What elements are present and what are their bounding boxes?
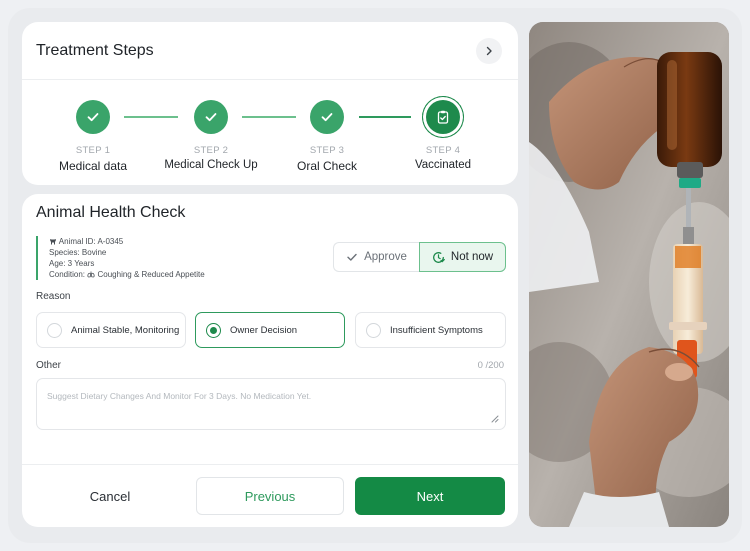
step-number: STEP 3 xyxy=(309,145,345,156)
approve-label: Approve xyxy=(364,251,407,263)
reason-option-label: Insufficient Symptoms xyxy=(390,324,483,336)
check-icon xyxy=(87,113,99,122)
textarea-placeholder: Suggest Dietary Changes And Monitor For … xyxy=(47,391,312,401)
steps-header: Treatment Steps xyxy=(22,22,518,80)
condition-label: Condition: xyxy=(49,270,86,279)
radio-button-selected[interactable] xyxy=(206,322,221,338)
veterinarian-photo xyxy=(529,22,729,527)
approve-button[interactable]: Approve xyxy=(333,242,419,272)
health-card-title: Animal Health Check xyxy=(36,204,186,221)
condition-value: Coughing & Reduced Appetite xyxy=(97,270,205,279)
species: Species: Bovine xyxy=(49,248,107,257)
resize-handle-icon[interactable] xyxy=(490,414,499,423)
step-4[interactable]: STEP 4 Vaccinated xyxy=(383,96,503,171)
treatment-steps-card: Treatment Steps STEP 1 Medical data STEP… xyxy=(22,22,518,185)
step-2[interactable]: STEP 2 Medical Check Up xyxy=(151,100,271,171)
next-button[interactable]: Next xyxy=(355,477,505,515)
animal-info: Animal ID: A-0345 Species: Bovine Age: 3… xyxy=(36,236,205,280)
reason-option-insufficient-symptoms[interactable]: Insufficient Symptoms xyxy=(355,312,506,348)
step-label: Vaccinated xyxy=(414,159,472,171)
step-label: Oral Check xyxy=(296,159,358,173)
check-icon xyxy=(205,113,217,122)
step-label: Medical data xyxy=(58,159,128,173)
step-number: STEP 2 xyxy=(193,145,229,156)
syringe-photo-illustration xyxy=(529,22,729,527)
reason-option-label: Animal Stable, Monitoring xyxy=(71,324,180,336)
step-complete-badge xyxy=(310,100,344,134)
other-label: Other xyxy=(36,360,62,371)
animal-health-card: Animal Health Check Animal ID: A-0345 Sp… xyxy=(22,194,518,527)
steps-title: Treatment Steps xyxy=(36,41,154,59)
chevron-right-icon xyxy=(486,46,492,55)
check-icon xyxy=(321,113,333,122)
not-now-button[interactable]: Not now xyxy=(419,242,506,272)
step-number: STEP 1 xyxy=(75,145,111,156)
reason-option-owner-decision[interactable]: Owner Decision xyxy=(195,312,345,348)
reason-label: Reason xyxy=(36,291,71,302)
condition-row: Condition: Coughing & Reduced Appetite xyxy=(49,269,205,280)
radio-button[interactable] xyxy=(47,322,62,338)
reason-option-animal-stable[interactable]: Animal Stable, Monitoring xyxy=(36,312,186,348)
character-counter: 0 /200 xyxy=(477,360,504,371)
step-complete-badge xyxy=(76,100,110,134)
step-3[interactable]: STEP 3 Oral Check xyxy=(267,100,387,173)
animal-id-row: Animal ID: A-0345 xyxy=(49,236,205,247)
footer-divider xyxy=(22,464,518,465)
step-number: STEP 4 xyxy=(425,145,461,156)
clipboard-check-icon xyxy=(437,110,449,124)
reason-option-label: Owner Decision xyxy=(230,324,298,336)
next-step-button[interactable] xyxy=(476,37,502,64)
clock-check-icon xyxy=(433,251,445,263)
cancel-button[interactable]: Cancel xyxy=(36,477,184,515)
lungs-icon xyxy=(87,271,95,278)
decision-toggle: Approve Not now xyxy=(333,242,506,272)
radio-button[interactable] xyxy=(366,322,381,338)
not-now-label: Not now xyxy=(450,251,494,263)
age: Age: 3 Years xyxy=(49,259,95,268)
previous-button[interactable]: Previous xyxy=(196,477,344,515)
animal-id: Animal ID: A-0345 xyxy=(58,237,124,246)
step-1[interactable]: STEP 1 Medical data xyxy=(33,100,153,173)
cow-icon xyxy=(50,239,56,245)
step-complete-badge xyxy=(194,100,228,134)
step-current-badge xyxy=(422,96,464,138)
step-label: Medical Check Up xyxy=(164,159,258,171)
check-icon xyxy=(347,253,357,261)
other-notes-textarea[interactable]: Suggest Dietary Changes And Monitor For … xyxy=(36,378,506,430)
